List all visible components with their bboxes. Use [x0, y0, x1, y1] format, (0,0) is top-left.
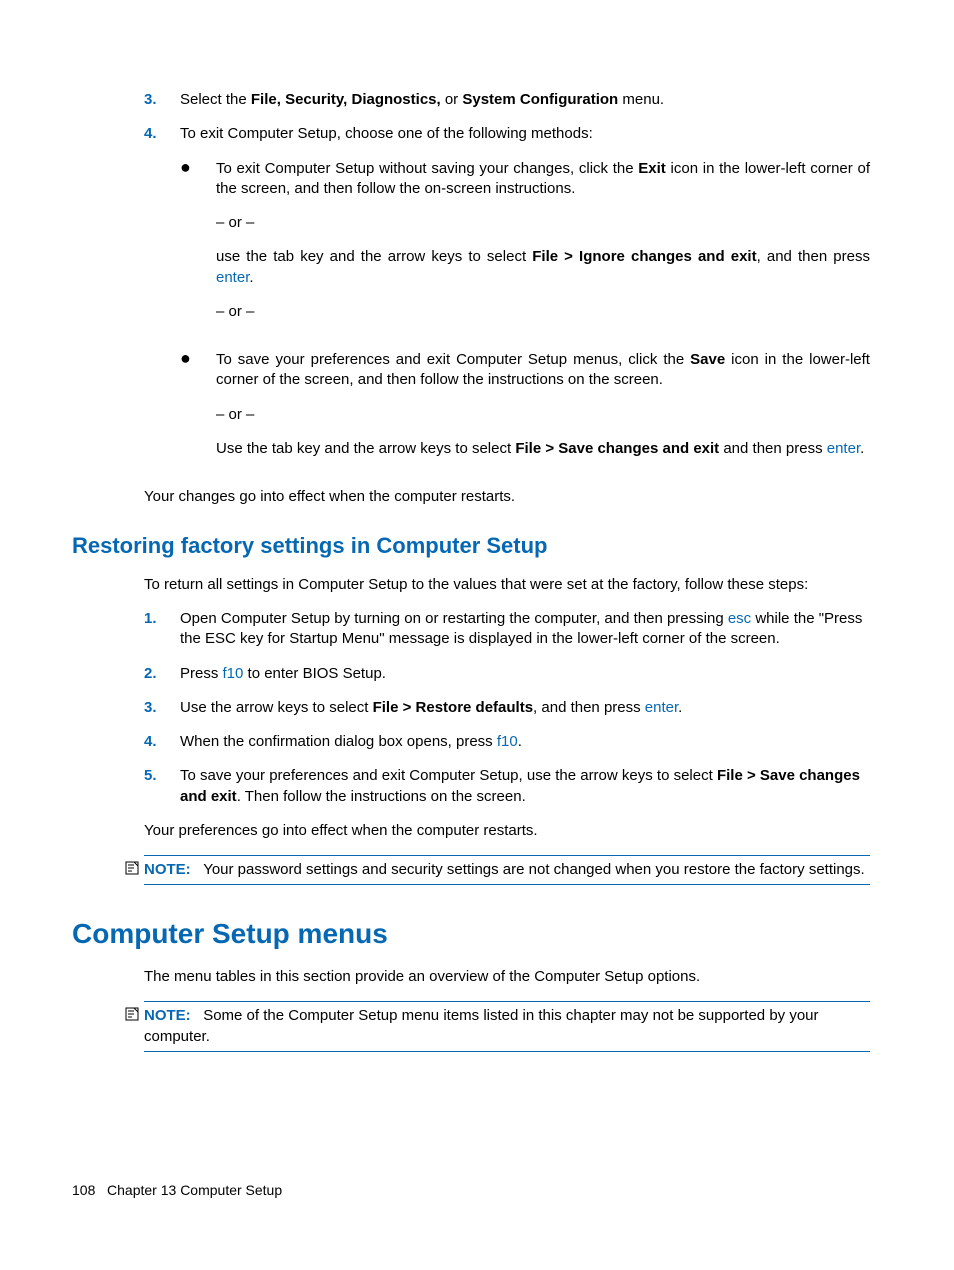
text: To save your preferences and exit Comput… [216, 351, 690, 368]
list-body: When the confirmation dialog box opens, … [180, 732, 870, 752]
bullet-body: To save your preferences and exit Comput… [216, 350, 870, 459]
page-number: 108 [72, 1182, 95, 1198]
bullet-body: To exit Computer Setup without saving yo… [216, 159, 870, 337]
note-block: NOTE: Some of the Computer Setup menu it… [124, 1001, 870, 1052]
bold-text: Exit [638, 160, 666, 177]
or-separator: – or – [216, 302, 870, 322]
ordered-list-continued: 3. Select the File, Security, Diagnostic… [72, 90, 870, 473]
list-body: To save your preferences and exit Comput… [180, 766, 870, 807]
note-content: NOTE: Your password settings and securit… [144, 855, 870, 885]
key-label: esc [728, 610, 751, 627]
bullet-item: ● To save your preferences and exit Comp… [180, 350, 870, 459]
list-number: 4. [144, 732, 180, 752]
note-icon [124, 1006, 144, 1029]
key-label: enter [645, 699, 678, 716]
list-body: Use the arrow keys to select File > Rest… [180, 698, 870, 718]
list-item: 3. Use the arrow keys to select File > R… [72, 698, 870, 718]
list-item: 2. Press f10 to enter BIOS Setup. [72, 664, 870, 684]
bold-text: System Configuration [462, 91, 618, 108]
bold-text: Save [690, 351, 725, 368]
list-body: Select the File, Security, Diagnostics, … [180, 90, 870, 110]
note-label: NOTE: [144, 861, 191, 878]
list-number: 3. [144, 698, 180, 718]
list-number: 4. [144, 124, 180, 473]
key-label: f10 [497, 733, 518, 750]
note-content: NOTE: Some of the Computer Setup menu it… [144, 1001, 870, 1052]
note-label: NOTE: [144, 1007, 191, 1024]
list-item: 3. Select the File, Security, Diagnostic… [72, 90, 870, 110]
text: To save your preferences and exit Comput… [180, 767, 717, 784]
list-number: 3. [144, 90, 180, 110]
paragraph: Your preferences go into effect when the… [144, 821, 870, 841]
text: , and then press [757, 248, 870, 265]
bold-text: File > Save changes and exit [515, 440, 719, 457]
list-item: 4. To exit Computer Setup, choose one of… [72, 124, 870, 473]
bullet-icon: ● [180, 159, 216, 337]
text: When the confirmation dialog box opens, … [180, 733, 497, 750]
paragraph: Your changes go into effect when the com… [144, 487, 870, 507]
list-number: 2. [144, 664, 180, 684]
list-number: 5. [144, 766, 180, 807]
text: use the tab key and the arrow keys to se… [216, 248, 532, 265]
bold-text: File, Security, Diagnostics, [251, 91, 441, 108]
text: Use the arrow keys to select [180, 699, 373, 716]
text: . [249, 269, 253, 286]
text: Use the tab key and the arrow keys to se… [216, 440, 515, 457]
text: . [518, 733, 522, 750]
text: . [860, 440, 864, 457]
text: To exit Computer Setup without saving yo… [216, 160, 638, 177]
text: , and then press [533, 699, 645, 716]
bullet-item: ● To exit Computer Setup without saving … [180, 159, 870, 337]
note-block: NOTE: Your password settings and securit… [124, 855, 870, 885]
text: . Then follow the instructions on the sc… [237, 788, 526, 805]
heading-restoring-factory: Restoring factory settings in Computer S… [72, 531, 870, 561]
paragraph: The menu tables in this section provide … [144, 967, 870, 987]
bold-text: File > Restore defaults [373, 699, 533, 716]
paragraph: To return all settings in Computer Setup… [144, 575, 870, 595]
or-separator: – or – [216, 405, 870, 425]
key-label: f10 [223, 665, 244, 682]
text: Press [180, 665, 223, 682]
heading-computer-setup-menus: Computer Setup menus [72, 915, 870, 953]
text: To exit Computer Setup, choose one of th… [180, 125, 593, 142]
text: and then press [719, 440, 827, 457]
document-page: 3. Select the File, Security, Diagnostic… [0, 0, 954, 1270]
page-footer: 108 Chapter 13 Computer Setup [72, 1181, 282, 1200]
bold-text: File > Ignore changes and exit [532, 248, 756, 265]
key-label: enter [827, 440, 860, 457]
list-body: Open Computer Setup by turning on or res… [180, 609, 870, 650]
or-separator: – or – [216, 213, 870, 233]
text: Select the [180, 91, 251, 108]
list-body: Press f10 to enter BIOS Setup. [180, 664, 870, 684]
chapter-label: Chapter 13 Computer Setup [107, 1182, 282, 1198]
list-item: 5. To save your preferences and exit Com… [72, 766, 870, 807]
text: or [441, 91, 463, 108]
list-body: To exit Computer Setup, choose one of th… [180, 124, 870, 473]
text: . [678, 699, 682, 716]
list-item: 4. When the confirmation dialog box open… [72, 732, 870, 752]
text: to enter BIOS Setup. [243, 665, 386, 682]
note-icon [124, 860, 144, 883]
ordered-list-restore: 1. Open Computer Setup by turning on or … [72, 609, 870, 807]
list-item: 1. Open Computer Setup by turning on or … [72, 609, 870, 650]
note-text: Some of the Computer Setup menu items li… [144, 1007, 819, 1044]
text: Open Computer Setup by turning on or res… [180, 610, 728, 627]
key-label: enter [216, 269, 249, 286]
text: menu. [618, 91, 664, 108]
list-number: 1. [144, 609, 180, 650]
bullet-icon: ● [180, 350, 216, 459]
note-text: Your password settings and security sett… [203, 861, 865, 878]
